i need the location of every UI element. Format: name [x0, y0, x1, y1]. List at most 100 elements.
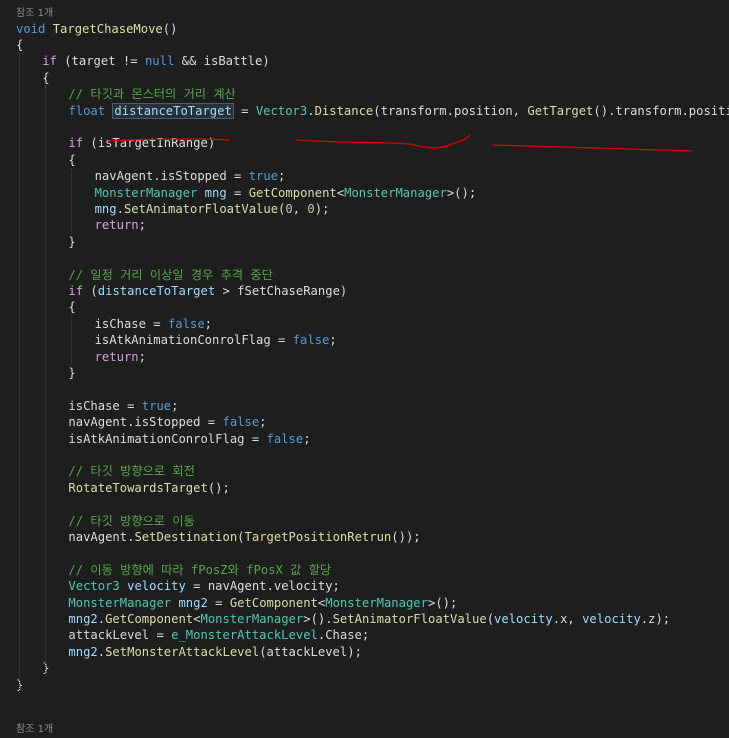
code-token: (attackLevel);: [259, 644, 362, 659]
code-line[interactable]: void TargetChaseMove(): [16, 21, 177, 37]
code-token: ;: [329, 333, 337, 348]
code-token: = navAgent.velocity;: [185, 579, 340, 594]
code-line[interactable]: }: [68, 365, 75, 381]
code-token: mng: [204, 185, 227, 200]
code-line[interactable]: {: [16, 37, 23, 53]
code-line[interactable]: Vector3 velocity = navAgent.velocity;: [68, 578, 340, 594]
code-token: isChase =: [68, 398, 142, 413]
code-line[interactable]: MonsterManager mng = GetComponent<Monste…: [95, 185, 477, 201]
code-line[interactable]: // 타깃 방향으로 이동: [68, 513, 194, 529]
code-token: isAtkAnimationConrolFlag =: [94, 333, 293, 348]
code-token: <: [193, 611, 201, 626]
code-line[interactable]: // 이동 방향에 따라 fPosZ와 fPosX 값 할당: [68, 562, 331, 578]
underline-gettarget: [492, 144, 694, 152]
code-token: if: [42, 54, 57, 69]
code-token: // 이동 방향에 따라 fPosZ와 fPosX 값 할당: [68, 562, 332, 577]
code-token: SetDestination: [134, 529, 238, 544]
code-token: MonsterManager: [94, 185, 198, 200]
code-line[interactable]: if (distanceToTarget > fSetChaseRange): [68, 283, 347, 299]
code-line[interactable]: isChase = false;: [95, 316, 212, 332]
code-line[interactable]: isAtkAnimationConrolFlag = false;: [95, 332, 337, 348]
code-token: (isTargetInRange): [83, 136, 216, 151]
code-line[interactable]: attackLevel = e_MonsterAttackLevel.Chase…: [68, 627, 369, 643]
code-token: navAgent.isStopped =: [94, 169, 249, 184]
code-token: // 타깃과 몬스터의 거리 계산: [68, 87, 236, 102]
code-line[interactable]: navAgent.SetDestination(TargetPositionRe…: [68, 529, 420, 545]
code-line[interactable]: {: [68, 299, 75, 315]
code-line[interactable]: mng.SetAnimatorFloatValue(0, 0);: [95, 201, 330, 217]
code-token: navAgent.: [68, 529, 135, 544]
code-token: Distance: [314, 103, 374, 118]
code-token: TargetChaseMove: [52, 21, 163, 36]
code-token: GetComponent: [229, 595, 318, 610]
code-token: mng2: [68, 644, 98, 659]
code-token: =: [207, 595, 230, 610]
code-token: velocity: [494, 611, 553, 626]
code-token: }: [68, 365, 76, 380]
code-editor[interactable]: 참조 1개 void TargetChaseMove(){if (target …: [0, 0, 729, 735]
underline-distance-call: [295, 134, 471, 149]
code-token: return: [94, 218, 139, 233]
indent-guide: [71, 315, 72, 365]
code-token: return: [94, 349, 139, 364]
code-token: Vector3: [68, 579, 120, 594]
code-line[interactable]: // 일정 거리 이상일 경우 추격 중단: [68, 267, 272, 283]
code-line[interactable]: RotateTowardsTarget();: [68, 480, 229, 496]
code-token: 0: [307, 201, 315, 216]
code-token: (: [486, 611, 495, 626]
code-token: true: [141, 398, 172, 413]
code-token: (: [83, 283, 98, 298]
code-token: ;: [138, 349, 146, 364]
code-token: .: [307, 103, 315, 118]
indent-guide: [71, 168, 72, 234]
code-token: isAtkAnimationConrolFlag =: [68, 431, 267, 446]
code-token: 0: [285, 201, 293, 216]
code-token: >().: [303, 611, 333, 626]
code-token: false: [167, 316, 205, 331]
code-line[interactable]: isChase = true;: [68, 398, 178, 414]
code-token: (): [162, 21, 178, 36]
code-token: GetTarget: [527, 103, 594, 118]
code-line[interactable]: mng2.SetMonsterAttackLevel(attackLevel);: [68, 644, 362, 660]
code-token: {: [68, 152, 76, 167]
code-line[interactable]: {: [68, 152, 75, 168]
code-line[interactable]: navAgent.isStopped = true;: [95, 168, 286, 184]
code-line[interactable]: MonsterManager mng2 = GetComponent<Monst…: [68, 595, 457, 611]
code-token: .: [97, 644, 106, 659]
code-line[interactable]: isAtkAnimationConrolFlag = false;: [68, 431, 310, 447]
code-token: .: [97, 611, 106, 626]
code-line[interactable]: return;: [95, 349, 146, 365]
code-line[interactable]: {: [42, 70, 49, 86]
code-token: e_MonsterAttackLevel: [171, 628, 318, 643]
code-token: <: [336, 185, 345, 200]
code-token: {: [16, 37, 24, 52]
code-line[interactable]: // 타깃과 몬스터의 거리 계산: [68, 86, 235, 102]
code-token: false: [222, 415, 260, 430]
code-token: false: [292, 333, 330, 348]
code-token: .z);: [640, 611, 671, 626]
code-token: SetMonsterAttackLevel: [105, 644, 260, 659]
code-token: ;: [171, 398, 179, 413]
code-line[interactable]: float distanceToTarget = Vector3.Distanc…: [68, 102, 729, 119]
code-token: Vector3: [255, 103, 308, 118]
code-token: null: [144, 54, 175, 69]
code-line[interactable]: // 타깃 방향으로 회전: [68, 463, 194, 479]
code-token: if: [68, 283, 84, 298]
code-line[interactable]: mng2.GetComponent<MonsterManager>().SetA…: [68, 611, 670, 627]
code-token: ;: [278, 169, 286, 184]
code-line[interactable]: }: [68, 234, 75, 250]
code-line[interactable]: if (target != null && isBattle): [42, 53, 270, 69]
code-token: ;: [259, 415, 267, 430]
code-token: ;: [138, 218, 146, 233]
code-line[interactable]: return;: [95, 217, 146, 233]
code-line[interactable]: if (isTargetInRange): [68, 135, 215, 151]
code-line[interactable]: navAgent.isStopped = false;: [68, 414, 266, 430]
codelens-reference-count-next[interactable]: 참조 1개: [16, 722, 53, 738]
code-token: );: [314, 201, 330, 216]
code-token: distanceToTarget: [97, 283, 216, 298]
code-token: navAgent.isStopped =: [68, 415, 223, 430]
code-token: ());: [391, 529, 421, 544]
code-token: ,: [292, 201, 308, 216]
